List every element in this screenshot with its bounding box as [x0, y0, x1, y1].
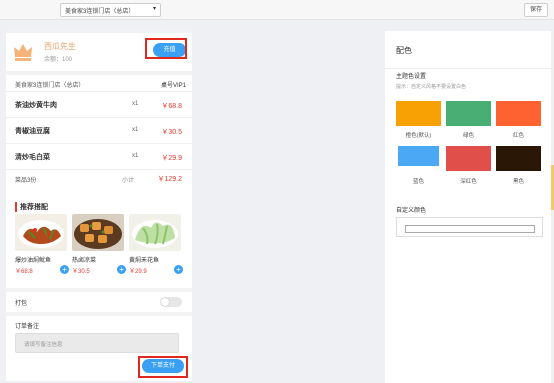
member-balance: 余额：100	[44, 57, 73, 63]
list-item: 青椒油豆腐 x1 ￥30.5	[6, 118, 192, 144]
theme-hint: 提示：自定义风格不要设置白色	[396, 84, 467, 90]
swatch-blue[interactable]	[398, 146, 439, 166]
recommend-item[interactable]: 黄焖禾花鱼 ￥29.9 +	[129, 214, 183, 280]
recommend-name: 黄焖禾花鱼	[129, 258, 160, 264]
custom-color-title: 自定义颜色	[396, 208, 427, 214]
swatch-black[interactable]	[496, 146, 541, 171]
recommend-name: 热卤凉菜	[72, 258, 97, 264]
pack-label: 打包	[15, 301, 28, 307]
theme-title: 主题色设置	[396, 74, 427, 80]
save-button[interactable]: 保存	[524, 3, 548, 17]
divider	[385, 68, 554, 69]
dish-qty: x1	[132, 127, 139, 133]
swatch-label: 红色	[512, 133, 524, 139]
list-item: 茶油炒黄牛肉 x1 ￥68.8	[6, 92, 192, 118]
custom-color-input[interactable]	[396, 217, 543, 237]
chevron-down-icon: ▾	[152, 6, 156, 12]
phone-preview: 西瓜先生 余额：100 充值 美食家3连锁门店（总店） 桌号VIP1 茶油炒黄牛…	[6, 31, 192, 381]
store-select-value: 美食家3连锁门店（总店）	[65, 9, 135, 15]
swatch-green[interactable]	[446, 101, 491, 126]
crown-icon	[14, 44, 32, 61]
recommend-name: 爆炒油焖鱿鱼	[15, 258, 52, 264]
dish-count: 菜品3份	[15, 178, 37, 184]
add-icon[interactable]: +	[174, 265, 183, 274]
recommend-card: 推荐搭配 爆炒油焖鱿鱼 ￥68.8 + 热卤凉菜 ￥30.5 + 黄焖禾花鱼 ￥…	[6, 196, 192, 288]
pack-toggle[interactable]	[160, 297, 182, 307]
recommend-item[interactable]: 爆炒油焖鱿鱼 ￥68.8 +	[15, 214, 69, 280]
note-label: 订单备注	[15, 324, 40, 330]
swatch-label: 黑色	[512, 179, 524, 185]
color-panel: 配色 主题色设置 提示：自定义风格不要设置白色 橙色(默认) 绿色 红色 蓝色 …	[385, 31, 554, 383]
dish-qty: x1	[132, 101, 139, 107]
pay-highlight	[138, 356, 188, 378]
dish-name: 清炒毛白菜	[15, 154, 50, 161]
swatch-label: 绿色	[462, 133, 474, 139]
recharge-highlight	[145, 38, 187, 59]
dish-image	[15, 214, 67, 251]
recommend-price: ￥29.9	[129, 269, 147, 275]
dish-image	[72, 214, 124, 251]
swatch-orange[interactable]	[396, 101, 441, 126]
dish-name: 青椒油豆腐	[15, 128, 50, 135]
subtotal-label: 小计	[122, 178, 135, 184]
table-number: 桌号VIP1	[160, 83, 186, 89]
recommend-title: 推荐搭配	[15, 202, 48, 212]
add-icon[interactable]: +	[117, 265, 126, 274]
note-input[interactable]: 请填写备注信息	[15, 333, 179, 353]
order-header: 美食家3连锁门店（总店） 桌号VIP1	[6, 75, 192, 92]
dish-name: 茶油炒黄牛肉	[15, 102, 57, 109]
add-icon[interactable]: +	[60, 265, 69, 274]
member-name: 西瓜先生	[44, 42, 76, 51]
swatch-red[interactable]	[496, 101, 541, 126]
order-summary: 菜品3份 小计 ￥129.2	[6, 170, 192, 188]
dish-price: ￥30.5	[161, 129, 182, 136]
subtotal-value: ￥129.2	[157, 176, 182, 183]
swatch-dark-red[interactable]	[446, 146, 491, 171]
recommend-price: ￥30.5	[72, 269, 90, 275]
dish-price: ￥29.9	[161, 155, 182, 162]
order-store: 美食家3连锁门店（总店）	[15, 83, 85, 89]
list-item: 清炒毛白菜 x1 ￥29.9	[6, 144, 192, 170]
dish-image	[129, 214, 181, 251]
top-bar: 美食家3连锁门店（总店） ▾ 保存	[0, 0, 554, 20]
recommend-item[interactable]: 热卤凉菜 ￥30.5 +	[72, 214, 126, 280]
recommend-price: ￥68.8	[15, 269, 33, 275]
store-select[interactable]: 美食家3连锁门店（总店） ▾	[60, 3, 161, 17]
swatch-label: 蓝色	[412, 179, 424, 185]
panel-title: 配色	[396, 46, 412, 55]
swatch-label: 深红色	[460, 179, 477, 185]
swatch-label: 橙色(默认)	[405, 133, 432, 139]
pack-row: 打包	[6, 292, 192, 312]
dish-price: ￥68.8	[161, 103, 182, 110]
dish-qty: x1	[132, 153, 139, 159]
